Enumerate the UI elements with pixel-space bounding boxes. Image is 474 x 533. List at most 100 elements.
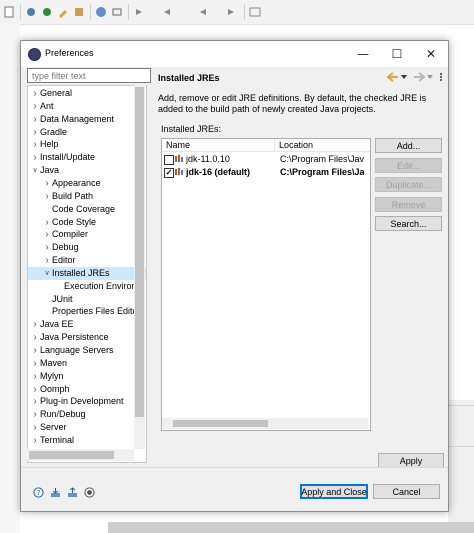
chevron-right-icon[interactable]: › bbox=[43, 254, 51, 267]
chevron-right-icon[interactable]: › bbox=[31, 434, 39, 447]
jre-checkbox[interactable]: ✓ bbox=[164, 168, 174, 178]
tree-item-label: Code Style bbox=[52, 216, 97, 227]
tree-item[interactable]: › Run/Debug bbox=[28, 408, 146, 421]
tree-horizontal-scroll-thumb[interactable] bbox=[29, 451, 114, 459]
chevron-right-icon[interactable]: › bbox=[31, 138, 39, 151]
chevron-right-icon[interactable]: › bbox=[31, 331, 39, 344]
tree-vertical-scroll-thumb[interactable] bbox=[135, 87, 144, 417]
annotation-icon[interactable] bbox=[110, 5, 124, 19]
chevron-right-icon[interactable]: › bbox=[31, 318, 39, 331]
apply-and-close-button[interactable]: Apply and Close bbox=[300, 484, 368, 499]
tree-item[interactable]: › Build Path bbox=[28, 190, 146, 203]
cancel-button[interactable]: Cancel bbox=[373, 484, 440, 499]
chevron-down-icon[interactable]: ∨ bbox=[43, 267, 51, 280]
tree-item-label: Java Persistence bbox=[40, 332, 109, 343]
tree-item[interactable]: › Compiler bbox=[28, 228, 146, 241]
tree-item[interactable]: › Ant bbox=[28, 100, 146, 113]
jre-checkbox[interactable] bbox=[164, 155, 174, 165]
chevron-right-icon[interactable]: › bbox=[31, 370, 39, 383]
tree-item[interactable]: Execution Environm bbox=[28, 280, 146, 293]
forward-icon[interactable] bbox=[413, 72, 425, 82]
chevron-right-icon[interactable]: › bbox=[31, 421, 39, 434]
chevron-right-icon[interactable]: › bbox=[31, 87, 39, 100]
close-button[interactable]: ✕ bbox=[414, 41, 448, 67]
tree-item[interactable]: › Data Management bbox=[28, 113, 146, 126]
chevron-right-icon[interactable]: › bbox=[31, 126, 39, 139]
search-button[interactable]: Search... bbox=[375, 216, 442, 231]
remove-button[interactable]: Remove bbox=[375, 197, 442, 212]
chevron-right-icon[interactable]: › bbox=[31, 113, 39, 126]
back-icon[interactable] bbox=[387, 72, 399, 82]
import-icon[interactable] bbox=[50, 487, 61, 498]
apply-button[interactable]: Apply bbox=[378, 453, 444, 468]
debug-icon[interactable] bbox=[24, 5, 38, 19]
tree-item[interactable]: › Install/Update bbox=[28, 151, 146, 164]
tree-item[interactable]: › Help bbox=[28, 138, 146, 151]
globe-icon[interactable] bbox=[94, 5, 108, 19]
help-icon[interactable]: ? bbox=[33, 487, 44, 498]
tree-item[interactable]: › Editor bbox=[28, 254, 146, 267]
forward-history-icon[interactable] bbox=[224, 5, 238, 19]
chevron-right-icon[interactable]: › bbox=[31, 408, 39, 421]
maximize-button[interactable]: ☐ bbox=[380, 41, 414, 67]
column-header-name[interactable]: Name bbox=[162, 139, 274, 152]
tree-item[interactable]: › Terminal bbox=[28, 434, 146, 447]
chevron-right-icon[interactable]: › bbox=[31, 151, 39, 164]
tree-item[interactable]: › Language Servers bbox=[28, 344, 146, 357]
tree-item[interactable]: JUnit bbox=[28, 293, 146, 306]
chevron-right-icon[interactable]: › bbox=[31, 395, 39, 408]
table-row[interactable]: jdk-11.0.10 C:\Program Files\Java\jdk bbox=[162, 153, 370, 166]
new-file-icon[interactable] bbox=[2, 5, 16, 19]
add-button[interactable]: Add... bbox=[375, 138, 442, 153]
menu-icon[interactable] bbox=[437, 73, 445, 81]
last-edit-icon[interactable] bbox=[160, 5, 174, 19]
record-icon[interactable] bbox=[84, 487, 95, 498]
minimize-button[interactable]: — bbox=[346, 41, 380, 67]
next-annotation-icon[interactable] bbox=[132, 5, 146, 19]
tree-item[interactable]: › Gradle bbox=[28, 126, 146, 139]
table-horizontal-scroll-thumb[interactable] bbox=[173, 420, 268, 427]
run-icon[interactable] bbox=[40, 5, 54, 19]
dropdown-icon[interactable] bbox=[401, 74, 407, 80]
open-type-icon[interactable] bbox=[72, 5, 86, 19]
chevron-right-icon[interactable]: › bbox=[31, 357, 39, 370]
forward-dropdown-icon[interactable] bbox=[427, 74, 433, 80]
chevron-right-icon[interactable]: › bbox=[43, 241, 51, 254]
jre-library-icon bbox=[175, 168, 183, 175]
tree-item[interactable]: › Server bbox=[28, 421, 146, 434]
tree-item[interactable]: › Code Style bbox=[28, 216, 146, 229]
table-row[interactable]: ✓ jdk-16 (default) C:\Program Files\Java\j bbox=[162, 166, 370, 179]
tree-item[interactable]: Code Coverage bbox=[28, 203, 146, 216]
tree-item[interactable]: Properties Files Editor bbox=[28, 305, 146, 318]
tree-item[interactable]: › Java EE bbox=[28, 318, 146, 331]
tree-item[interactable]: › Java Persistence bbox=[28, 331, 146, 344]
tree-item[interactable]: › Plug-in Development bbox=[28, 395, 146, 408]
chevron-down-icon[interactable]: ∨ bbox=[31, 164, 39, 177]
tool-icon[interactable] bbox=[56, 5, 70, 19]
tree-item[interactable]: › General bbox=[28, 87, 146, 100]
view-icon[interactable] bbox=[248, 5, 262, 19]
tree-item-label: Installed JREs bbox=[52, 267, 110, 278]
chevron-right-icon[interactable]: › bbox=[43, 216, 51, 229]
tree-item[interactable]: › Maven bbox=[28, 357, 146, 370]
tree-item[interactable]: ∨ Installed JREs bbox=[28, 266, 146, 280]
chevron-right-icon[interactable]: › bbox=[31, 344, 39, 357]
ide-left-strip bbox=[0, 24, 20, 533]
tree-item[interactable]: ∨ Java bbox=[28, 164, 146, 177]
tree-item[interactable]: › Debug bbox=[28, 241, 146, 254]
chevron-right-icon[interactable]: › bbox=[43, 177, 51, 190]
export-icon[interactable] bbox=[67, 487, 78, 498]
tree-item[interactable]: › Oomph bbox=[28, 383, 146, 396]
chevron-right-icon[interactable]: › bbox=[31, 100, 39, 113]
column-header-location[interactable]: Location bbox=[274, 139, 370, 152]
tree-item[interactable]: › Appearance bbox=[28, 177, 146, 190]
chevron-right-icon[interactable]: › bbox=[43, 190, 51, 203]
chevron-right-icon[interactable]: › bbox=[43, 228, 51, 241]
back-history-icon[interactable] bbox=[196, 5, 210, 19]
chevron-right-icon[interactable]: › bbox=[31, 383, 39, 396]
tree-item[interactable]: › Mylyn bbox=[28, 370, 146, 383]
duplicate-button[interactable]: Duplicate... bbox=[375, 177, 442, 192]
filter-input[interactable] bbox=[27, 68, 151, 83]
title-bar[interactable]: Preferences — ☐ ✕ bbox=[21, 41, 448, 67]
edit-button[interactable]: Edit... bbox=[375, 158, 442, 173]
